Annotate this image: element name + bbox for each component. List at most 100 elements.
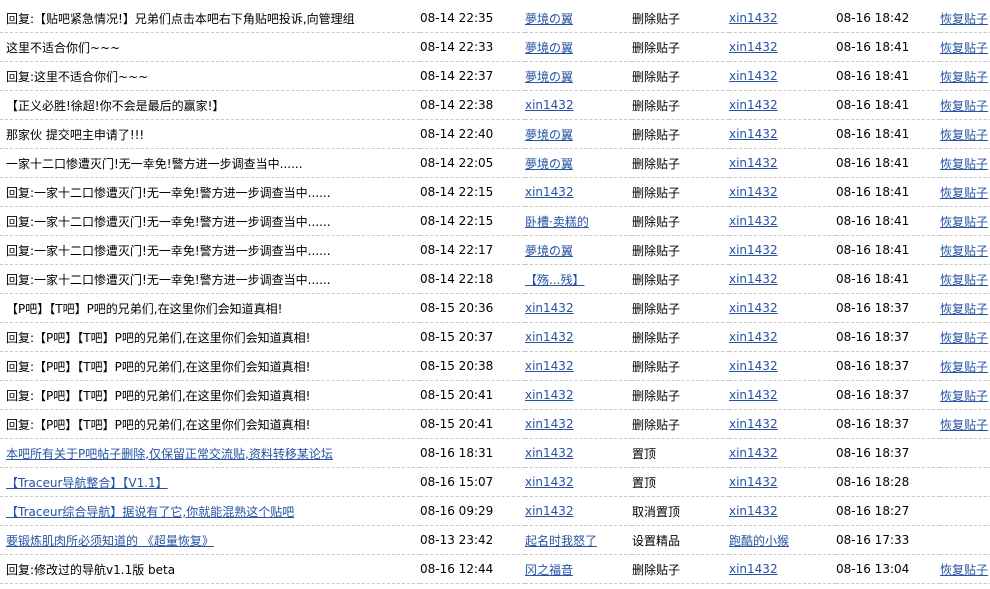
post-title: 回复:修改过的导航v1.1版 beta [6, 562, 176, 577]
operation-time-cell: 08-16 18:42 [836, 4, 940, 33]
operation-time-cell: 08-16 13:04 [836, 554, 940, 584]
operator-link[interactable]: xin1432 [729, 40, 778, 54]
post-author-link[interactable]: xin1432 [525, 330, 574, 344]
restore-post-link[interactable]: 恢复贴子 [940, 389, 988, 403]
post-author-link[interactable]: 夢境の翼 [525, 41, 573, 55]
operation-time: 08-16 18:41 [836, 69, 910, 83]
restore-post-link[interactable]: 恢复贴子 [940, 360, 988, 374]
restore-post-link[interactable]: 恢复贴子 [940, 244, 988, 258]
operator-link[interactable]: xin1432 [729, 272, 778, 286]
operator-link[interactable]: xin1432 [729, 69, 778, 83]
operator-link[interactable]: xin1432 [729, 475, 778, 489]
post-time-cell: 08-16 09:29 [420, 496, 525, 526]
post-author-link[interactable]: 起名时我怒了 [525, 534, 597, 548]
operation-time-cell: 08-16 17:33 [836, 525, 940, 555]
post-title: 回复:【P吧】【T吧】P吧的兄弟们,在这里你们会知道真相! [6, 330, 311, 345]
operator-link[interactable]: xin1432 [729, 388, 778, 402]
restore-post-link[interactable]: 恢复贴子 [940, 186, 988, 200]
operator-link[interactable]: xin1432 [729, 504, 778, 518]
table-row: 要锻炼肌肉所必须知道的 《超量恢复》 08-13 23:42 起名时我怒了 设置精品 跑… [0, 525, 990, 555]
post-author-link[interactable]: xin1432 [525, 504, 574, 518]
post-title-link-cell: 本吧所有关于P吧帖子删除,仅保留正常交流贴,资料转移某论坛 [0, 438, 420, 468]
operator-link[interactable]: xin1432 [729, 359, 778, 373]
operation-time-cell: 08-16 18:37 [836, 409, 940, 439]
post-title-link[interactable]: 本吧所有关于P吧帖子删除,仅保留正常交流贴,资料转移某论坛 [6, 447, 333, 461]
restore-post-link[interactable]: 恢复贴子 [940, 331, 988, 345]
operator-link[interactable]: xin1432 [729, 11, 778, 25]
post-title-link[interactable]: 要锻炼肌肉所必须知道的 《超量恢复》 [6, 534, 214, 548]
operation-time-cell: 08-16 18:37 [836, 351, 940, 381]
post-author-link[interactable]: 夢境の翼 [525, 157, 573, 171]
action-type: 删除贴子 [632, 40, 681, 55]
post-title-link[interactable]: 【Traceur导航整合】【V1.1】 [6, 476, 168, 490]
post-author-link[interactable]: 夢境の翼 [525, 70, 573, 84]
operator-link[interactable]: xin1432 [729, 98, 778, 112]
post-author-link[interactable]: 夢境の翼 [525, 128, 573, 142]
restore-post-link[interactable]: 恢复贴子 [940, 302, 988, 316]
operator-link[interactable]: xin1432 [729, 446, 778, 460]
operation-time-cell: 08-16 18:37 [836, 438, 940, 468]
operator-link[interactable]: xin1432 [729, 156, 778, 170]
post-time-cell: 08-15 20:41 [420, 380, 525, 410]
action-type-cell: 置顶 [632, 467, 729, 497]
post-author-link[interactable]: 【殇...残】 [525, 273, 584, 287]
post-author-link[interactable]: 夢境の翼 [525, 12, 573, 26]
restore-post-link[interactable]: 恢复贴子 [940, 563, 988, 577]
operator-link[interactable]: xin1432 [729, 127, 778, 141]
post-author-link[interactable]: xin1432 [525, 301, 574, 315]
operator-link-cell: xin1432 [729, 32, 836, 62]
post-time-cell: 08-16 18:31 [420, 438, 525, 468]
operator-link[interactable]: xin1432 [729, 417, 778, 431]
operator-link[interactable]: xin1432 [729, 562, 778, 576]
restore-post-link[interactable]: 恢复贴子 [940, 215, 988, 229]
restore-post-link[interactable]: 恢复贴子 [940, 99, 988, 113]
post-author-link-cell: 夢境の翼 [525, 148, 632, 178]
post-author-link[interactable]: 夢境の翼 [525, 244, 573, 258]
post-title-cell: 回复:【P吧】【T吧】P吧的兄弟们,在这里你们会知道真相! [0, 322, 420, 352]
post-author-link[interactable]: 卧槽·卖糕的 [525, 215, 589, 229]
operator-link[interactable]: xin1432 [729, 330, 778, 344]
post-time: 08-14 22:17 [420, 243, 494, 257]
post-title-cell: 回复:【P吧】【T吧】P吧的兄弟们,在这里你们会知道真相! [0, 351, 420, 381]
operator-link-cell: xin1432 [729, 90, 836, 120]
action-type: 置顶 [632, 475, 657, 490]
post-title: 回复:一家十二口惨遭灭门!无一幸免!警方进一步调查当中...... [6, 214, 331, 229]
post-author-link-cell: xin1432 [525, 380, 632, 410]
operator-link-cell: xin1432 [729, 351, 836, 381]
operation-time: 08-16 18:37 [836, 330, 910, 344]
post-author-link-cell: xin1432 [525, 438, 632, 468]
post-author-link[interactable]: xin1432 [525, 417, 574, 431]
operator-link[interactable]: 跑酷的小猴 [729, 534, 789, 548]
restore-post-link[interactable]: 恢复贴子 [940, 12, 988, 26]
table-row: 回复:一家十二口惨遭灭门!无一幸免!警方进一步调查当中...... 08-14 2… [0, 206, 990, 236]
operation-time: 08-16 18:41 [836, 243, 910, 257]
restore-post-link[interactable]: 恢复贴子 [940, 418, 988, 432]
post-title-link[interactable]: 【Traceur综合导航】据说有了它,你就能混熟这个贴吧 [6, 505, 294, 519]
restore-post-link[interactable]: 恢复贴子 [940, 128, 988, 142]
post-author-link[interactable]: xin1432 [525, 359, 574, 373]
restore-post-link[interactable]: 恢复贴子 [940, 157, 988, 171]
action-type-cell: 置顶 [632, 438, 729, 468]
operator-link-cell: xin1432 [729, 148, 836, 178]
post-author-link[interactable]: xin1432 [525, 446, 574, 460]
post-time: 08-14 22:05 [420, 156, 494, 170]
post-author-link-cell: 【殇...残】 [525, 264, 632, 294]
restore-post-link[interactable]: 恢复贴子 [940, 70, 988, 84]
post-author-link[interactable]: xin1432 [525, 475, 574, 489]
restore-post-link[interactable]: 恢复贴子 [940, 273, 988, 287]
operator-link[interactable]: xin1432 [729, 243, 778, 257]
operator-link[interactable]: xin1432 [729, 301, 778, 315]
operator-link[interactable]: xin1432 [729, 214, 778, 228]
post-author-link[interactable]: xin1432 [525, 98, 574, 112]
post-time-cell: 08-16 12:44 [420, 554, 525, 584]
post-author-link[interactable]: xin1432 [525, 185, 574, 199]
restore-post-link[interactable]: 恢复贴子 [940, 41, 988, 55]
operator-link[interactable]: xin1432 [729, 185, 778, 199]
operation-time: 08-16 18:41 [836, 156, 910, 170]
post-author-link[interactable]: 冈之福音 [525, 563, 573, 577]
table-row: 本吧所有关于P吧帖子删除,仅保留正常交流贴,资料转移某论坛 08-16 18:31… [0, 438, 990, 468]
post-author-link[interactable]: xin1432 [525, 388, 574, 402]
table-row: 回复:一家十二口惨遭灭门!无一幸免!警方进一步调查当中...... 08-14 2… [0, 177, 990, 207]
post-title: 回复:一家十二口惨遭灭门!无一幸免!警方进一步调查当中...... [6, 272, 331, 287]
action-type: 删除贴子 [632, 185, 681, 200]
